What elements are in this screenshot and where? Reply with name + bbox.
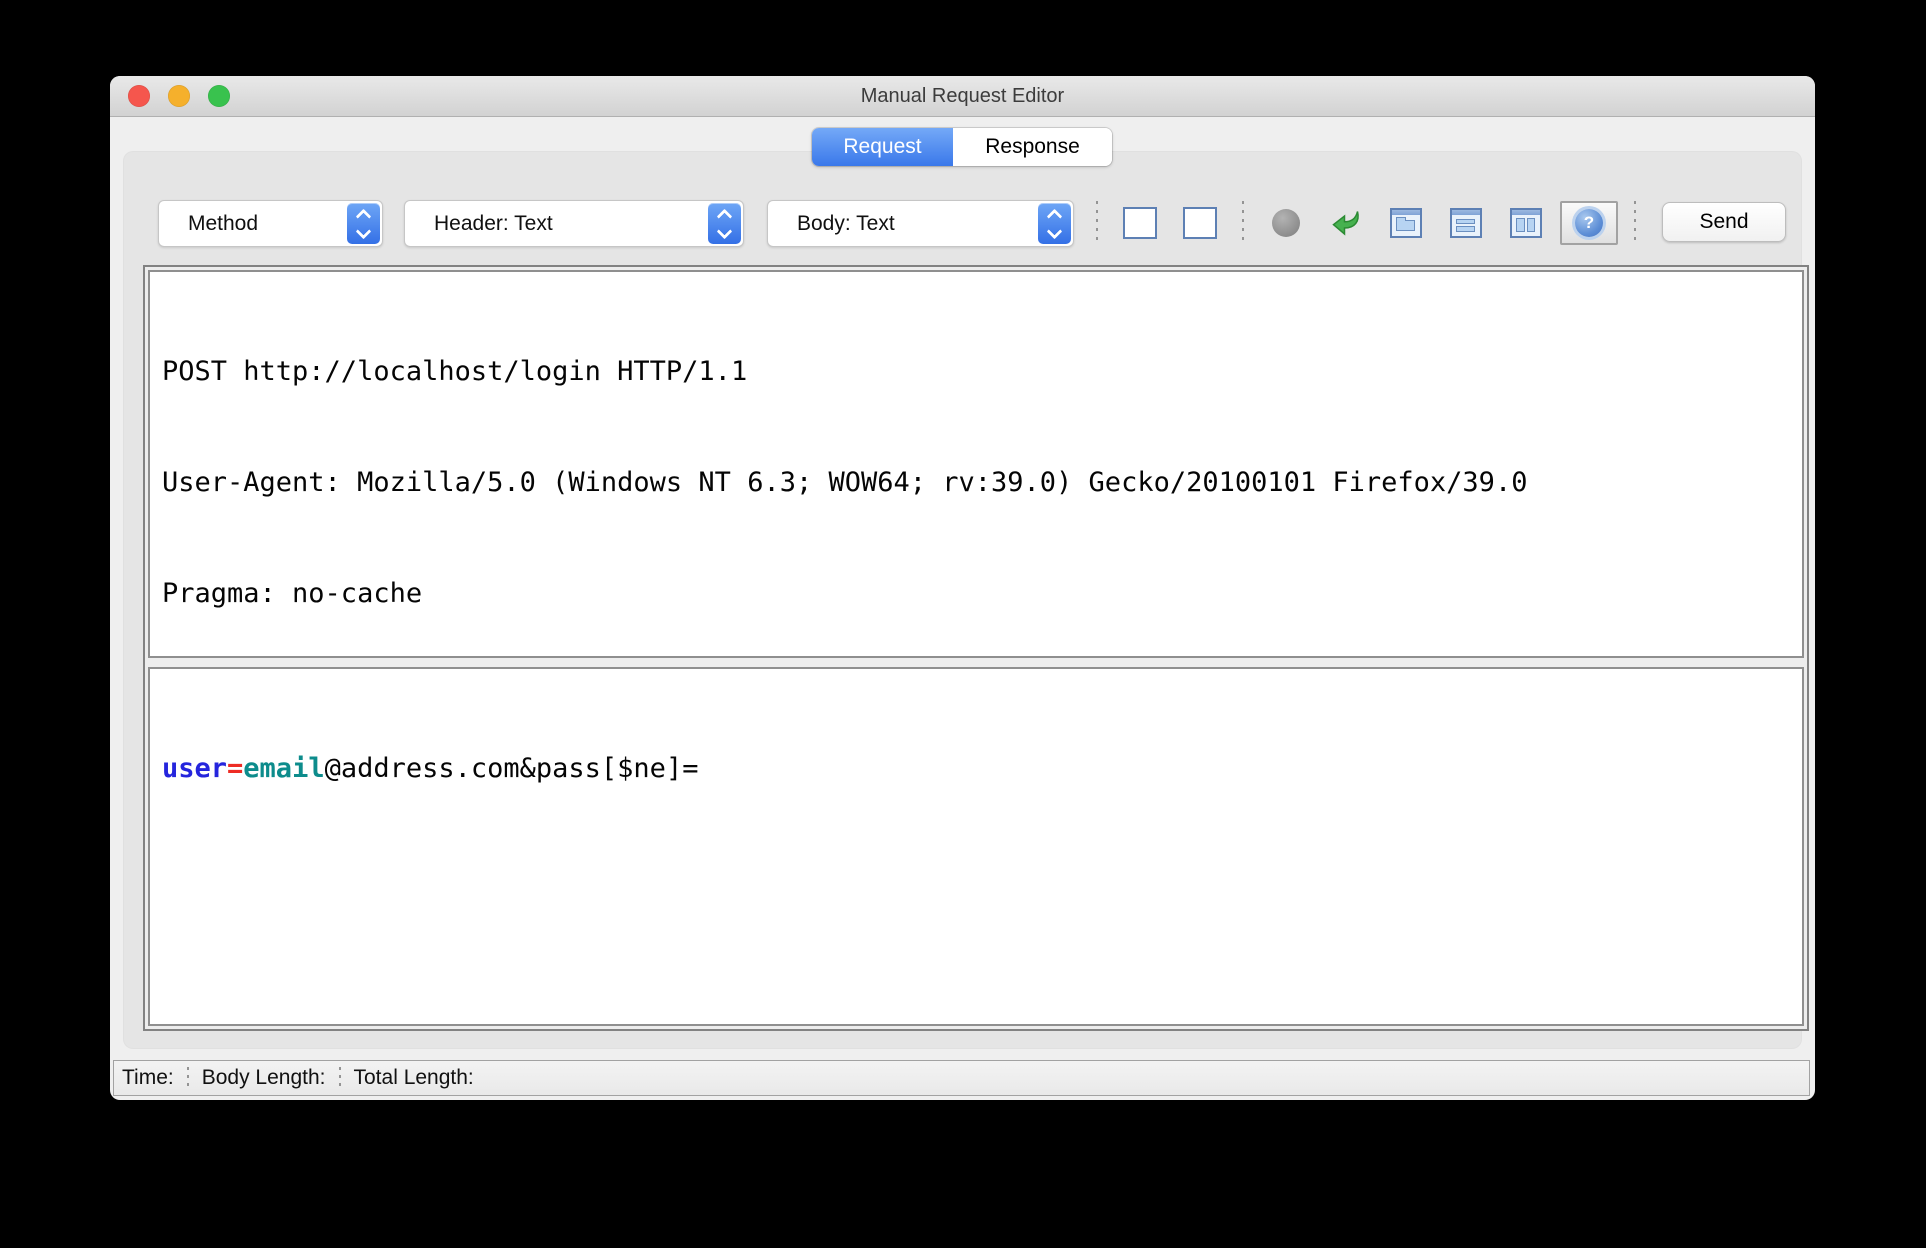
window-title: Manual Request Editor (860, 84, 1065, 107)
request-header-editor[interactable]: POST http://localhost/login HTTP/1.1 Use… (148, 270, 1804, 658)
manual-request-editor-window: Manual Request Editor Request Response M… (110, 76, 1815, 1100)
body-rest-text: @address.com&pass[$ne]= (324, 753, 699, 784)
statusbar-separator (338, 1067, 341, 1089)
columns-window-icon[interactable] (1509, 205, 1543, 241)
split-pane-icon[interactable] (1123, 205, 1157, 241)
header-view-dropdown-label: Header: Text (434, 211, 553, 235)
toolbar: Method Header: Text Body: Text ? Send (124, 200, 1801, 247)
request-header-line: User-Agent: Mozilla/5.0 (Windows NT 6.3;… (162, 467, 1528, 498)
body-view-dropdown-label: Body: Text (797, 211, 895, 235)
body-length-label: Body Length: (201, 1066, 326, 1089)
titlebar[interactable]: Manual Request Editor (110, 76, 1815, 117)
statusbar-separator (186, 1067, 189, 1089)
request-response-tabs: Request Response (812, 128, 1112, 166)
request-header-line: Pragma: no-cache (162, 578, 423, 609)
pane-splitter[interactable] (148, 658, 1804, 667)
body-equals-sign: = (227, 753, 244, 784)
request-header-line: POST http://localhost/login HTTP/1.1 (162, 356, 748, 387)
toolbar-separator (1634, 200, 1636, 245)
toolbar-separator (1096, 200, 1098, 245)
dropdown-stepper-icon (347, 203, 380, 244)
rows-window-icon[interactable] (1449, 205, 1483, 241)
method-dropdown-label: Method (188, 211, 259, 235)
header-view-dropdown[interactable]: Header: Text (404, 200, 744, 247)
body-view-dropdown[interactable]: Body: Text (767, 200, 1074, 247)
request-body-editor[interactable]: user=email@address.com&pass[$ne]= (148, 667, 1804, 1026)
tab-response[interactable]: Response (953, 128, 1112, 166)
dropdown-stepper-icon (1038, 203, 1071, 244)
help-icon[interactable]: ? (1560, 200, 1618, 245)
request-editor-area: POST http://localhost/login HTTP/1.1 Use… (143, 265, 1809, 1031)
time-label: Time: (122, 1066, 174, 1089)
request-body-line: user=email@address.com&pass[$ne]= (162, 750, 1802, 787)
screen-background: Manual Request Editor Request Response M… (0, 0, 1926, 1248)
tab-window-icon[interactable] (1389, 205, 1423, 241)
toolbar-separator (1242, 200, 1244, 245)
send-button[interactable]: Send (1662, 202, 1786, 242)
tab-request[interactable]: Request (812, 128, 953, 166)
dropdown-stepper-icon (708, 203, 741, 244)
total-length-label: Total Length: (353, 1066, 474, 1089)
method-dropdown[interactable]: Method (158, 200, 383, 247)
record-icon[interactable] (1269, 205, 1303, 241)
body-param-value: email (243, 753, 325, 784)
resend-arrow-icon[interactable] (1329, 205, 1363, 241)
status-bar: Time: Body Length: Total Length: (113, 1060, 1810, 1096)
single-pane-icon[interactable] (1183, 205, 1217, 241)
body-param-name: user (162, 753, 228, 784)
toolbar-icons: ? (1084, 200, 1648, 245)
content-panel: Method Header: Text Body: Text ? Send PO… (124, 152, 1809, 1048)
